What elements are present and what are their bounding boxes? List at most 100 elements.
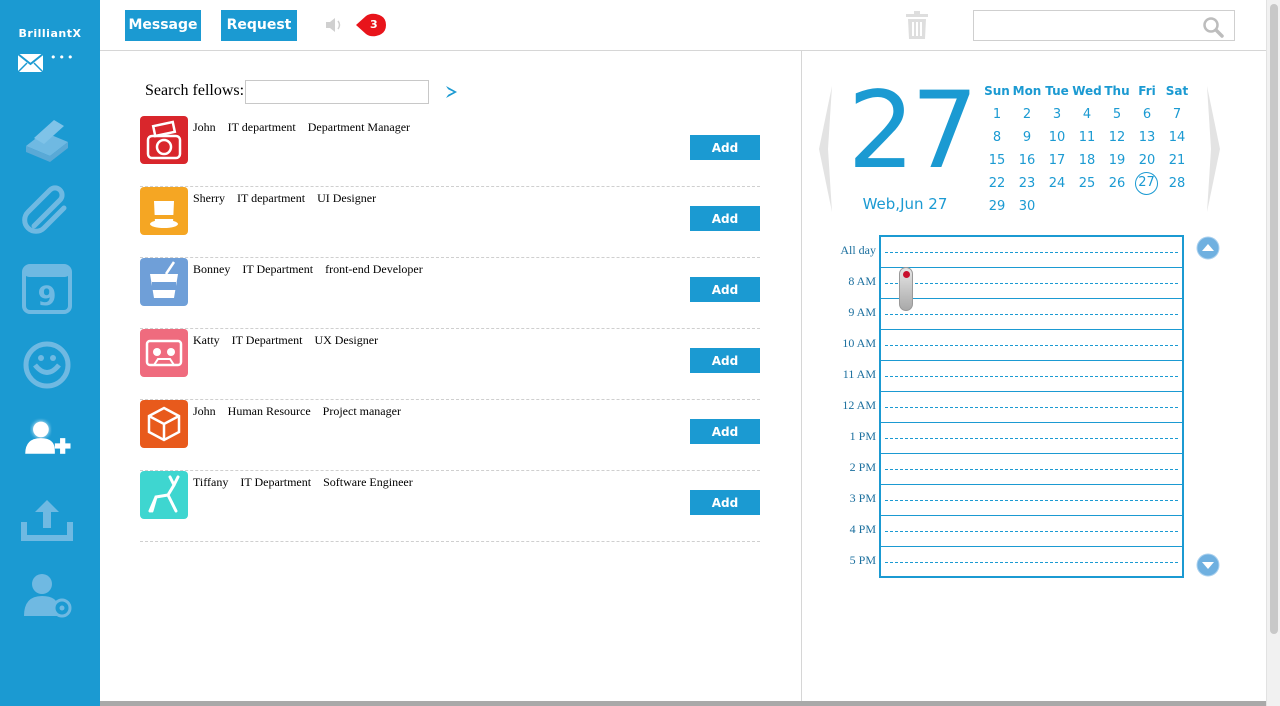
handle-dot bbox=[903, 271, 910, 278]
calendar-day[interactable]: 22 bbox=[982, 172, 1012, 195]
top-toolbar: Message Request 3 bbox=[100, 0, 1266, 51]
fellow-row: Sherry IT department UI Designer Add bbox=[140, 187, 760, 258]
half-hour-line bbox=[885, 531, 1178, 532]
calendar-day[interactable]: 11 bbox=[1072, 126, 1102, 149]
speaker-icon[interactable] bbox=[324, 16, 344, 34]
calendar-day[interactable]: 5 bbox=[1102, 103, 1132, 126]
calendar-day[interactable]: 26 bbox=[1102, 172, 1132, 195]
weekday-header: Sun bbox=[984, 84, 1010, 98]
calendar-day[interactable]: 24 bbox=[1042, 172, 1072, 195]
schedule-down-icon[interactable] bbox=[1196, 553, 1220, 577]
half-hour-line bbox=[885, 562, 1178, 563]
calendar-day[interactable]: 14 bbox=[1162, 126, 1192, 149]
half-hour-line bbox=[885, 252, 1178, 253]
calendar-day[interactable]: 21 bbox=[1162, 149, 1192, 172]
calendar-day[interactable]: 23 bbox=[1012, 172, 1042, 195]
fellow-department: IT Department bbox=[231, 333, 303, 347]
calendar-day[interactable]: 9 bbox=[1012, 126, 1042, 149]
calendar-day[interactable]: 12 bbox=[1102, 126, 1132, 149]
attachment-icon[interactable] bbox=[20, 184, 74, 238]
time-slot-row[interactable] bbox=[881, 516, 1182, 547]
search-fellows-label: Search fellows: bbox=[145, 82, 245, 99]
request-button[interactable]: Request bbox=[221, 10, 297, 41]
fellow-role: front-end Developer bbox=[325, 262, 423, 276]
half-hour-line bbox=[885, 407, 1178, 408]
calendar-day[interactable]: 19 bbox=[1102, 149, 1132, 172]
calendar-day[interactable]: 25 bbox=[1072, 172, 1102, 195]
time-slot-row[interactable] bbox=[881, 423, 1182, 454]
message-button[interactable]: Message bbox=[125, 10, 201, 41]
calendar-day[interactable]: 8 bbox=[982, 126, 1012, 149]
time-label: 5 PM bbox=[849, 553, 876, 567]
calendar-prev-arrow-icon[interactable] bbox=[818, 86, 832, 212]
time-slot-row[interactable] bbox=[881, 547, 1182, 578]
time-slot-row[interactable] bbox=[881, 237, 1182, 268]
time-slot-row[interactable] bbox=[881, 361, 1182, 392]
calendar-day[interactable]: 6 bbox=[1132, 103, 1162, 126]
add-fellow-button[interactable]: Add bbox=[690, 490, 760, 515]
calendar-next-arrow-icon[interactable] bbox=[1207, 86, 1221, 212]
calendar-day[interactable]: 28 bbox=[1162, 172, 1192, 195]
add-fellow-button[interactable]: Add bbox=[690, 419, 760, 444]
time-slot-row[interactable] bbox=[881, 330, 1182, 361]
fellow-department: IT Department bbox=[242, 262, 314, 276]
calendar-day[interactable]: 7 bbox=[1162, 103, 1192, 126]
fellow-info: Bonney IT Department front-end Developer bbox=[193, 262, 432, 277]
schedule-up-icon[interactable] bbox=[1196, 236, 1220, 260]
calendar-day-selected[interactable]: 27 bbox=[1135, 172, 1158, 195]
time-label: 9 AM bbox=[848, 305, 876, 319]
calendar-day[interactable]: 20 bbox=[1132, 149, 1162, 172]
avatar bbox=[140, 400, 188, 448]
add-fellow-button[interactable]: Add bbox=[690, 206, 760, 231]
time-slot-row[interactable] bbox=[881, 268, 1182, 299]
top-search-input[interactable] bbox=[978, 15, 1198, 37]
time-slot-row[interactable] bbox=[881, 392, 1182, 423]
fellow-name: John bbox=[193, 404, 216, 418]
calendar-day[interactable]: 15 bbox=[982, 149, 1012, 172]
search-icon[interactable] bbox=[1202, 16, 1224, 38]
big-day-number: 27 bbox=[847, 69, 979, 192]
calendar-day[interactable]: 13 bbox=[1132, 126, 1162, 149]
search-go-arrow-icon[interactable] bbox=[444, 84, 460, 100]
add-fellow-button[interactable]: Add bbox=[690, 277, 760, 302]
add-user-icon[interactable] bbox=[16, 412, 78, 466]
add-fellow-button[interactable]: Add bbox=[690, 135, 760, 160]
trash-icon[interactable] bbox=[906, 11, 928, 39]
calendar-day[interactable]: 29 bbox=[982, 195, 1012, 218]
mail-icon bbox=[17, 53, 44, 73]
time-label: 8 AM bbox=[848, 274, 876, 288]
emoticon-icon[interactable] bbox=[20, 338, 74, 392]
time-label: 10 AM bbox=[842, 336, 876, 350]
upload-icon[interactable] bbox=[20, 492, 74, 546]
compose-icon[interactable] bbox=[20, 112, 74, 166]
calendar-day[interactable]: 4 bbox=[1072, 103, 1102, 126]
search-fellows-input[interactable] bbox=[245, 80, 429, 104]
calendar-day[interactable]: 2 bbox=[1012, 103, 1042, 126]
time-slot-row[interactable] bbox=[881, 485, 1182, 516]
fellow-name: Tiffany bbox=[193, 475, 229, 489]
calendar-day[interactable]: 30 bbox=[1012, 195, 1042, 218]
calendar-icon[interactable]: 9 bbox=[20, 262, 74, 316]
calendar-day[interactable]: 3 bbox=[1042, 103, 1072, 126]
fellow-name: John bbox=[193, 120, 216, 134]
deer-icon bbox=[140, 471, 188, 519]
fellow-row: Tiffany IT Department Software Engineer … bbox=[140, 471, 760, 542]
fellow-info: John Human Resource Project manager bbox=[193, 404, 410, 419]
time-slot-row[interactable] bbox=[881, 299, 1182, 330]
camera-icon bbox=[140, 116, 188, 164]
time-label: 3 PM bbox=[849, 491, 876, 505]
page-scrollbar[interactable] bbox=[1266, 0, 1280, 706]
fellow-info: John IT department Department Manager bbox=[193, 120, 419, 135]
calendar-day[interactable]: 1 bbox=[982, 103, 1012, 126]
calendar-day[interactable]: 10 bbox=[1042, 126, 1072, 149]
day-schedule[interactable] bbox=[879, 235, 1184, 578]
notification-count: 3 bbox=[370, 18, 378, 31]
calendar-day[interactable]: 16 bbox=[1012, 149, 1042, 172]
scrollbar-thumb[interactable] bbox=[1270, 4, 1278, 634]
add-fellow-button[interactable]: Add bbox=[690, 348, 760, 373]
user-settings-icon[interactable] bbox=[20, 568, 74, 622]
schedule-scroll-handle[interactable] bbox=[899, 267, 913, 311]
calendar-day[interactable]: 18 bbox=[1072, 149, 1102, 172]
calendar-day[interactable]: 17 bbox=[1042, 149, 1072, 172]
time-slot-row[interactable] bbox=[881, 454, 1182, 485]
